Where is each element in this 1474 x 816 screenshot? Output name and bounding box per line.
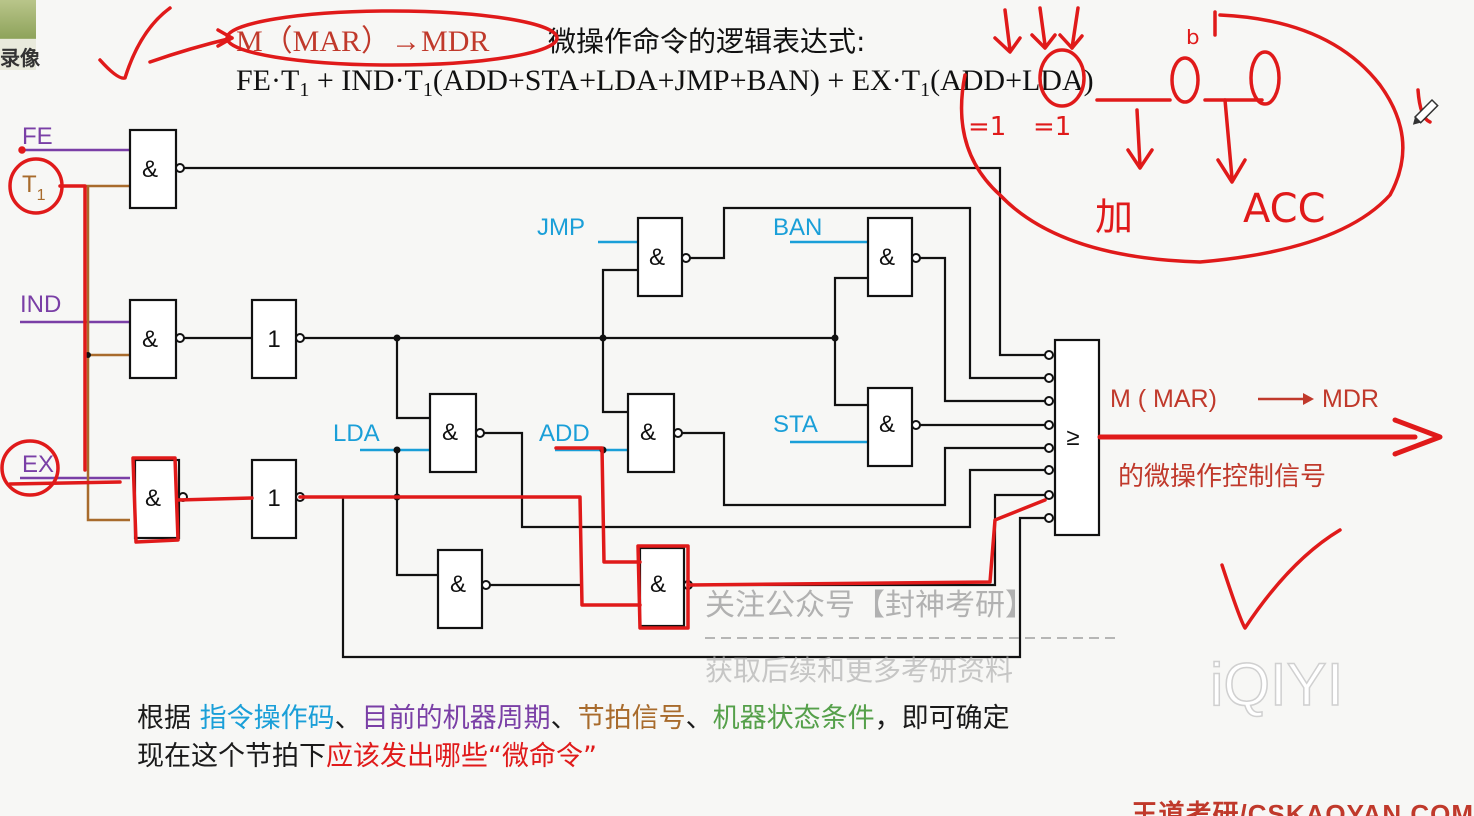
note-acc: ACC <box>1243 186 1326 232</box>
caption-cycle: 目前的机器周期 <box>361 703 551 734</box>
label-sta: STA <box>773 411 818 438</box>
gate-symbol-11: & <box>450 571 466 598</box>
gate-symbol-5: 1 <box>267 485 280 512</box>
t1-bus <box>86 186 130 522</box>
gate-symbol-1: & <box>142 156 158 183</box>
label-t1: T1 <box>22 171 46 204</box>
gate-symbol-3: & <box>145 485 161 512</box>
gates <box>128 128 1101 630</box>
label-fe: FE <box>22 123 53 150</box>
title-rest: 微操作命令的逻辑表达式: <box>548 25 865 58</box>
logic-circuit-diagram: M（MAR）→MDR 微操作命令的逻辑表达式: FE·T1 + IND·T1(A… <box>0 6 1443 719</box>
caption-emit: 应该发出哪些“微命令” <box>326 741 597 772</box>
note-add: 加 <box>1095 195 1133 239</box>
caption-opcode: 指令操作码 <box>199 703 335 734</box>
output-desc: 的微操作控制信号 <box>1118 462 1326 492</box>
gate-symbol-10: & <box>640 419 656 446</box>
watermark-line1: 关注公众号【封神考研】 <box>705 588 1035 623</box>
gate-symbol-8: & <box>879 411 895 438</box>
caption-beat: 节拍信号 <box>577 703 686 734</box>
label-jmp: JMP <box>537 214 585 241</box>
caption: 根据 指令操作码、目前的机器周期、节拍信号、机器状态条件，即可确定 现在这个节拍… <box>137 700 1237 776</box>
output-label: M ( MAR) <box>1110 385 1217 413</box>
label-ind: IND <box>20 291 61 318</box>
note-eq1-a: =1 <box>968 112 1006 142</box>
red-annotations <box>0 6 1443 630</box>
caption-line-2: 现在这个节拍下应该发出哪些“微命令” <box>137 741 597 772</box>
gate-symbol-6: & <box>649 244 665 271</box>
brand-footer: 王道考研/CSKAOYAN.COM <box>1131 799 1474 816</box>
label-ban: BAN <box>773 214 822 241</box>
gate-symbol-7: & <box>879 244 895 271</box>
gate-symbol-9: & <box>442 419 458 446</box>
inversion-bubbles <box>175 163 1054 590</box>
pencil-icon[interactable] <box>1410 98 1439 128</box>
caption-state: 机器状态条件 <box>712 703 875 734</box>
title-lhs: M（MAR）→MDR <box>236 25 489 58</box>
note-mark: ᵇ <box>1186 24 1201 64</box>
label-add: ADD <box>539 420 590 447</box>
output-arrow-head <box>1303 393 1314 405</box>
or-symbol: ≥ <box>1066 424 1079 451</box>
check-mark-bottom <box>1220 528 1342 630</box>
watermark-line2: 获取后续和更多考研资料 <box>705 654 1013 687</box>
annotation-ellipse <box>959 13 1405 264</box>
gate-symbol-12: & <box>650 571 666 598</box>
caption-line-1: 根据 指令操作码、目前的机器周期、节拍信号、机器状态条件，即可确定 <box>137 703 1010 734</box>
output-target: MDR <box>1322 385 1379 413</box>
slide: 录像 M（MAR）→MDR 微操作命令的逻辑表达式: FE·T1 + IND·T… <box>0 0 1474 816</box>
gate-symbol-2: & <box>142 326 158 353</box>
label-lda: LDA <box>333 420 380 447</box>
check-mark-top <box>98 6 172 80</box>
note-eq1-b: =1 <box>1033 112 1071 142</box>
label-ex: EX <box>22 451 54 478</box>
gate-symbol-4: 1 <box>267 326 280 353</box>
